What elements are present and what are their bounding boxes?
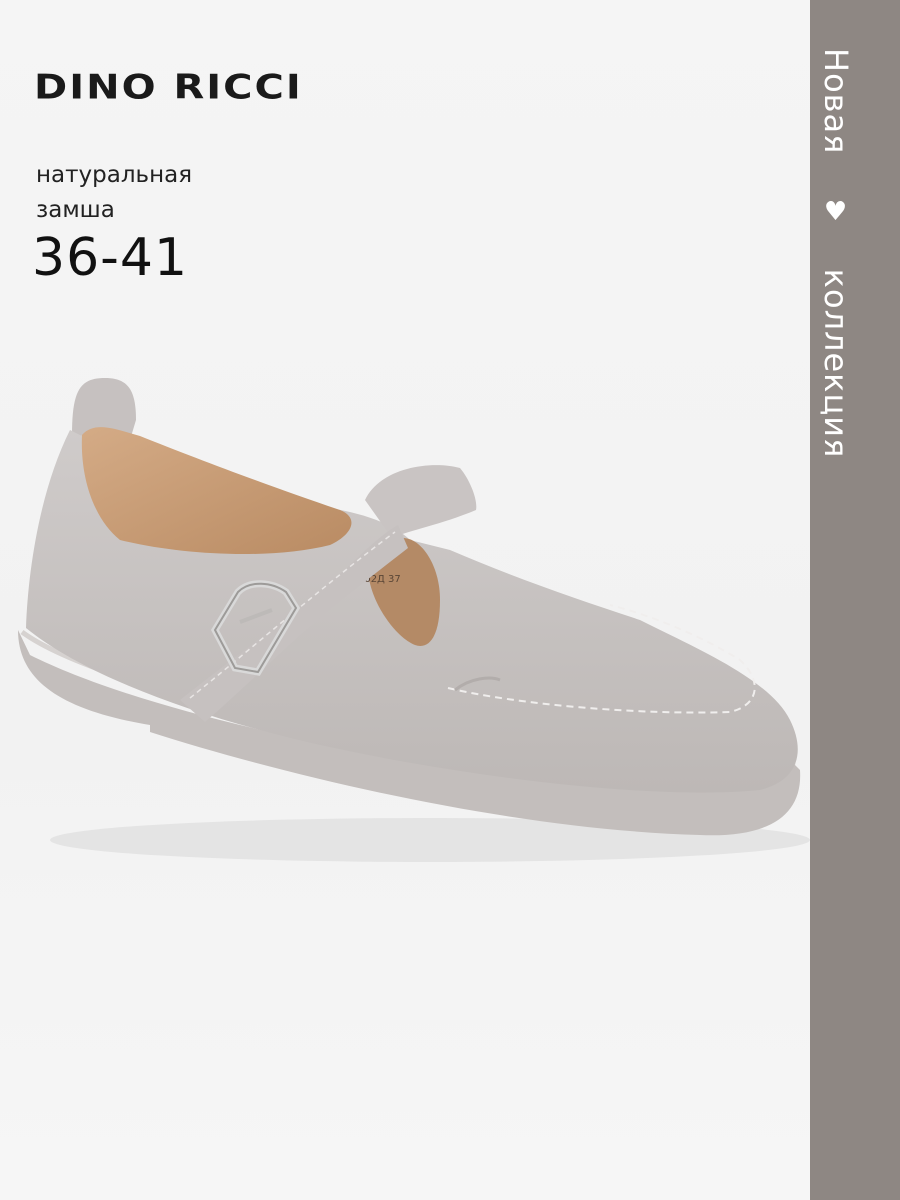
material-line-2: замша: [36, 197, 115, 223]
material-text: натуральная замша: [36, 158, 192, 228]
brand-logo: DINO RICCI: [34, 68, 303, 108]
sidebar-word-collection: коллекция: [817, 268, 855, 459]
heart-icon: ♥: [823, 197, 849, 228]
sidebar-word-new: Новая: [817, 48, 855, 155]
new-collection-label: Новая ♥ коллекция: [817, 48, 855, 458]
product-image-shoe: 7-102Д 37: [18, 378, 810, 862]
size-range: 36-41: [32, 228, 189, 288]
product-card: DINO RICCI натуральная замша 36-41 7-102…: [0, 0, 810, 1200]
collection-sidebar: Новая ♥ коллекция: [810, 0, 900, 1200]
material-line-1: натуральная: [36, 162, 193, 188]
